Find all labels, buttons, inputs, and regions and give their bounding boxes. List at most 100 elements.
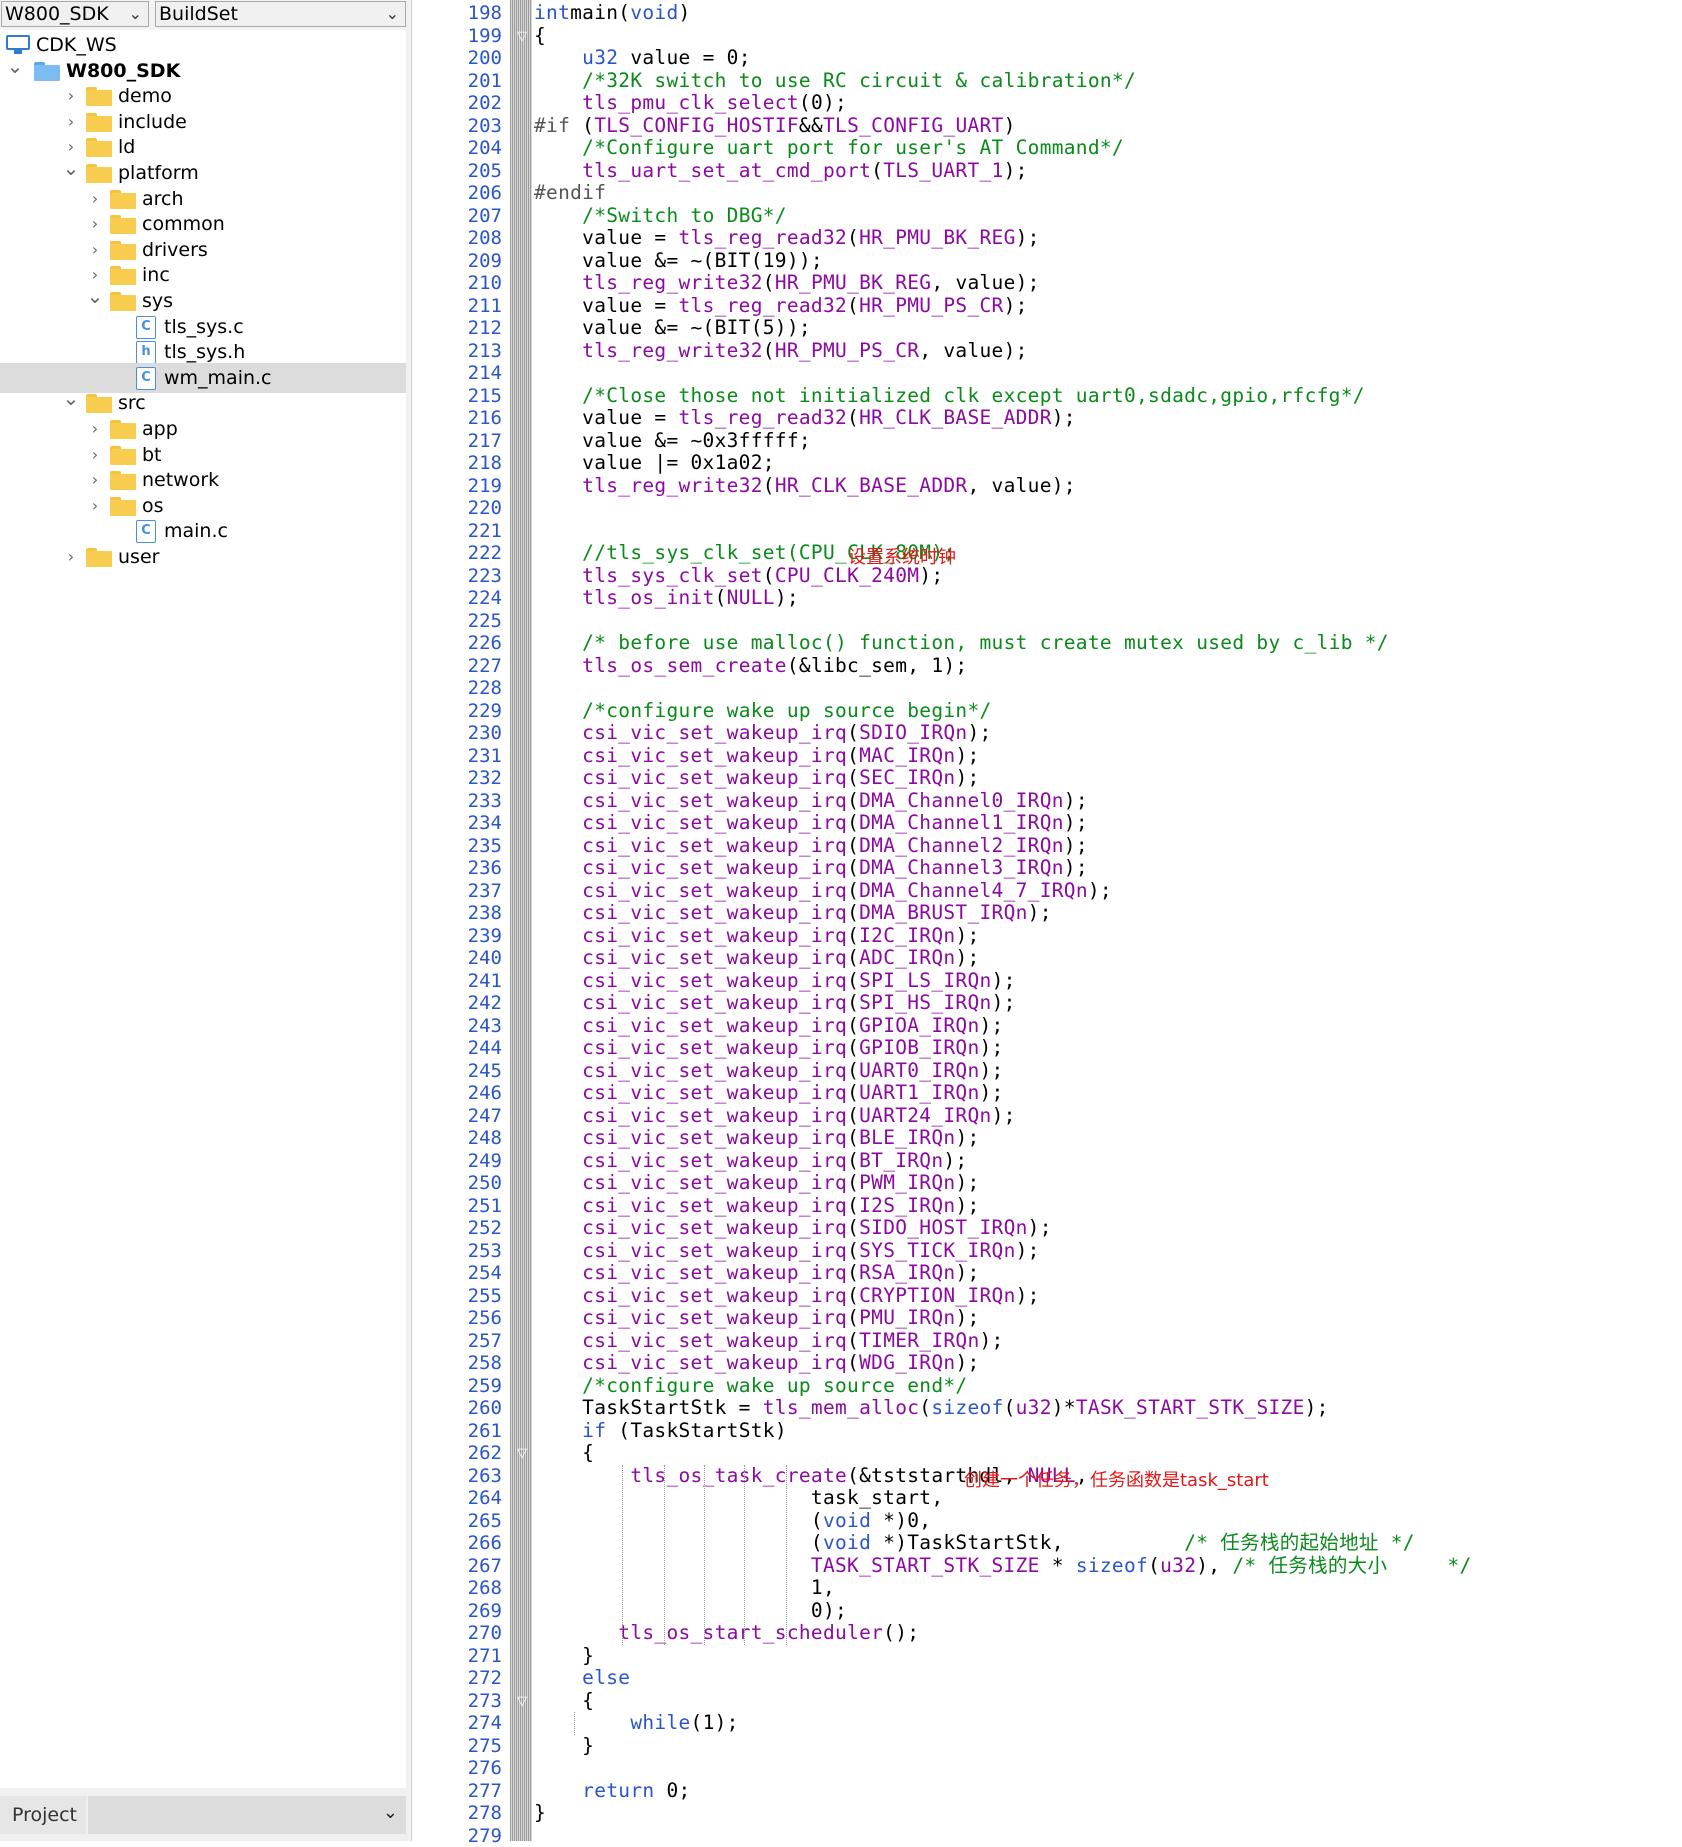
code-line[interactable]: task_start, <box>534 1487 943 1510</box>
code-token: , value); <box>967 474 1075 497</box>
code-line[interactable]: TaskStartStk = tls_mem_alloc(sizeof(u32)… <box>534 1397 1329 1420</box>
code-line[interactable]: { <box>534 1690 594 1713</box>
code-line[interactable]: else <box>534 1667 630 1690</box>
code-line[interactable]: csi_vic_set_wakeup_irq(GPIOA_IRQn); <box>534 1015 1004 1038</box>
code-line[interactable]: /*Configure uart port for user's AT Comm… <box>534 137 1124 160</box>
code-token: csi_vic_set_wakeup_irq <box>582 766 847 789</box>
code-editor[interactable]: 1981992002012022032042052062072082092102… <box>412 0 1682 1841</box>
code-token: ( <box>847 1036 859 1059</box>
code-line[interactable]: return 0; <box>534 1780 691 1803</box>
code-token: ); <box>1064 856 1088 879</box>
code-line[interactable]: csi_vic_set_wakeup_irq(GPIOB_IRQn); <box>534 1037 1004 1060</box>
code-token <box>534 1374 582 1397</box>
code-line[interactable]: value = tls_reg_read32(HR_PMU_BK_REG); <box>534 227 1040 250</box>
code-line[interactable]: csi_vic_set_wakeup_irq(WDG_IRQn); <box>534 1352 980 1375</box>
code-line[interactable]: value = tls_reg_read32(HR_PMU_PS_CR); <box>534 295 1028 318</box>
code-line[interactable]: /*Switch to DBG*/ <box>534 205 787 228</box>
code-line[interactable]: csi_vic_set_wakeup_irq(I2C_IRQn); <box>534 925 980 948</box>
code-line[interactable]: /*configure wake up source end*/ <box>534 1375 967 1398</box>
code-line[interactable]: csi_vic_set_wakeup_irq(DMA_Channel2_IRQn… <box>534 835 1088 858</box>
code-line[interactable]: if (TaskStartStk) <box>534 1420 787 1443</box>
code-line[interactable]: csi_vic_set_wakeup_irq(UART24_IRQn); <box>534 1105 1016 1128</box>
code-line[interactable]: value &= ~0x3fffff; <box>534 430 811 453</box>
code-line[interactable]: TASK_START_STK_SIZE * sizeof(u32), /* 任务… <box>534 1555 1472 1578</box>
buildset-combo[interactable]: BuildSet ⌄ <box>155 1 406 27</box>
code-line[interactable]: tls_reg_write32(HR_CLK_BASE_ADDR, value)… <box>534 475 1076 498</box>
code-line[interactable]: csi_vic_set_wakeup_irq(DMA_Channel3_IRQn… <box>534 857 1088 880</box>
code-line[interactable]: { <box>534 1442 594 1465</box>
code-line[interactable]: csi_vic_set_wakeup_irq(PMU_IRQn); <box>534 1307 980 1330</box>
code-token: /* 任务栈的起始地址 */ <box>1184 1531 1415 1554</box>
code-token: ( <box>847 721 859 744</box>
code-line[interactable]: csi_vic_set_wakeup_irq(UART1_IRQn); <box>534 1082 1004 1105</box>
chevron-right-icon[interactable]: › <box>62 542 80 572</box>
fold-toggle-icon[interactable]: ▽ <box>512 29 532 45</box>
code-token: ( <box>847 969 859 992</box>
fold-toggle-icon[interactable]: ▽ <box>512 1694 532 1710</box>
code-line[interactable]: #endif <box>534 182 606 205</box>
code-line[interactable]: value = tls_reg_read32(HR_CLK_BASE_ADDR)… <box>534 407 1076 430</box>
fold-gutter[interactable] <box>510 0 532 1841</box>
code-line[interactable]: csi_vic_set_wakeup_irq(I2S_IRQn); <box>534 1195 980 1218</box>
tree-item-user[interactable]: ›user <box>0 542 406 572</box>
code-line[interactable]: csi_vic_set_wakeup_irq(ADC_IRQn); <box>534 947 980 970</box>
code-line[interactable]: #if (TLS_CONFIG_HOSTIF&&TLS_CONFIG_UART) <box>534 115 1016 138</box>
code-line[interactable]: value &= ~(BIT(19)); <box>534 250 823 273</box>
code-line[interactable]: csi_vic_set_wakeup_irq(SDIO_IRQn); <box>534 722 992 745</box>
code-line[interactable]: csi_vic_set_wakeup_irq(SPI_LS_IRQn); <box>534 970 1016 993</box>
code-line[interactable]: (void *)TaskStartStk, /* 任务栈的起始地址 */ <box>534 1532 1415 1555</box>
line-number: 258 <box>412 1352 508 1375</box>
code-line[interactable]: value &= ~(BIT(5)); <box>534 317 811 340</box>
code-line[interactable]: } <box>534 1735 594 1758</box>
code-line[interactable]: tls_os_start_scheduler(); <box>534 1622 919 1645</box>
code-line[interactable]: /*configure wake up source begin*/ <box>534 700 992 723</box>
code-line[interactable]: while(1); <box>534 1712 739 1735</box>
code-line[interactable]: 0); <box>534 1600 847 1623</box>
code-line[interactable]: csi_vic_set_wakeup_irq(SPI_HS_IRQn); <box>534 992 1016 1015</box>
code-line[interactable]: /* before use malloc() function, must cr… <box>534 632 1389 655</box>
code-line[interactable]: csi_vic_set_wakeup_irq(TIMER_IRQn); <box>534 1330 1004 1353</box>
code-token: TASK_START_STK_SIZE <box>1076 1396 1305 1419</box>
code-line[interactable]: tls_pmu_clk_select(0); <box>534 92 847 115</box>
code-token: ( <box>847 1149 859 1172</box>
code-line[interactable]: } <box>534 1645 594 1668</box>
code-token: ( <box>570 114 594 137</box>
code-line[interactable]: csi_vic_set_wakeup_irq(BLE_IRQn); <box>534 1127 980 1150</box>
code-line[interactable]: tls_reg_write32(HR_PMU_BK_REG, value); <box>534 272 1040 295</box>
code-line[interactable]: csi_vic_set_wakeup_irq(BT_IRQn); <box>534 1150 967 1173</box>
code-line[interactable]: intmain(void) <box>534 2 691 25</box>
panel-selector-combo[interactable]: ⌄ <box>88 1796 406 1834</box>
code-line[interactable]: tls_uart_set_at_cmd_port(TLS_UART_1); <box>534 160 1028 183</box>
code-line[interactable]: 1, <box>534 1577 835 1600</box>
code-line[interactable]: tls_os_sem_create(&libc_sem, 1); <box>534 655 967 678</box>
code-line[interactable]: (void *)0, <box>534 1510 931 1533</box>
code-line[interactable]: /*Close those not initialized clk except… <box>534 385 1365 408</box>
code-line[interactable]: tls_os_init(NULL); <box>534 587 799 610</box>
code-line[interactable]: csi_vic_set_wakeup_irq(DMA_Channel0_IRQn… <box>534 790 1088 813</box>
code-line[interactable]: csi_vic_set_wakeup_irq(DMA_Channel4_7_IR… <box>534 880 1112 903</box>
code-line[interactable]: csi_vic_set_wakeup_irq(PWM_IRQn); <box>534 1172 980 1195</box>
code-line[interactable]: csi_vic_set_wakeup_irq(UART0_IRQn); <box>534 1060 1004 1083</box>
code-token <box>534 654 582 677</box>
code-line[interactable]: csi_vic_set_wakeup_irq(MAC_IRQn); <box>534 745 980 768</box>
code-line[interactable]: csi_vic_set_wakeup_irq(RSA_IRQn); <box>534 1262 980 1285</box>
code-line[interactable]: csi_vic_set_wakeup_irq(SIDO_HOST_IRQn); <box>534 1217 1052 1240</box>
code-line[interactable]: csi_vic_set_wakeup_irq(SYS_TICK_IRQn); <box>534 1240 1040 1263</box>
code-line[interactable]: value |= 0x1a02; <box>534 452 775 475</box>
tab-project[interactable]: Project <box>0 1796 86 1834</box>
code-line[interactable]: csi_vic_set_wakeup_irq(DMA_Channel1_IRQn… <box>534 812 1088 835</box>
code-token: ); <box>1016 1284 1040 1307</box>
code-line[interactable]: /*32K switch to use RC circuit & calibra… <box>534 70 1136 93</box>
code-line[interactable]: csi_vic_set_wakeup_irq(CRYPTION_IRQn); <box>534 1285 1040 1308</box>
code-token: ); <box>980 1014 1004 1037</box>
code-token <box>534 69 582 92</box>
code-line[interactable]: } <box>534 1802 546 1825</box>
code-line[interactable]: csi_vic_set_wakeup_irq(DMA_BRUST_IRQn); <box>534 902 1052 925</box>
fold-toggle-icon[interactable]: ▽ <box>512 1446 532 1462</box>
code-line[interactable]: { <box>534 25 546 48</box>
code-token <box>534 541 582 564</box>
workspace-combo[interactable]: W800_SDK ⌄ <box>1 1 149 27</box>
code-line[interactable]: u32 value = 0; <box>534 47 751 70</box>
code-line[interactable]: tls_reg_write32(HR_PMU_PS_CR, value); <box>534 340 1028 363</box>
code-line[interactable]: csi_vic_set_wakeup_irq(SEC_IRQn); <box>534 767 980 790</box>
